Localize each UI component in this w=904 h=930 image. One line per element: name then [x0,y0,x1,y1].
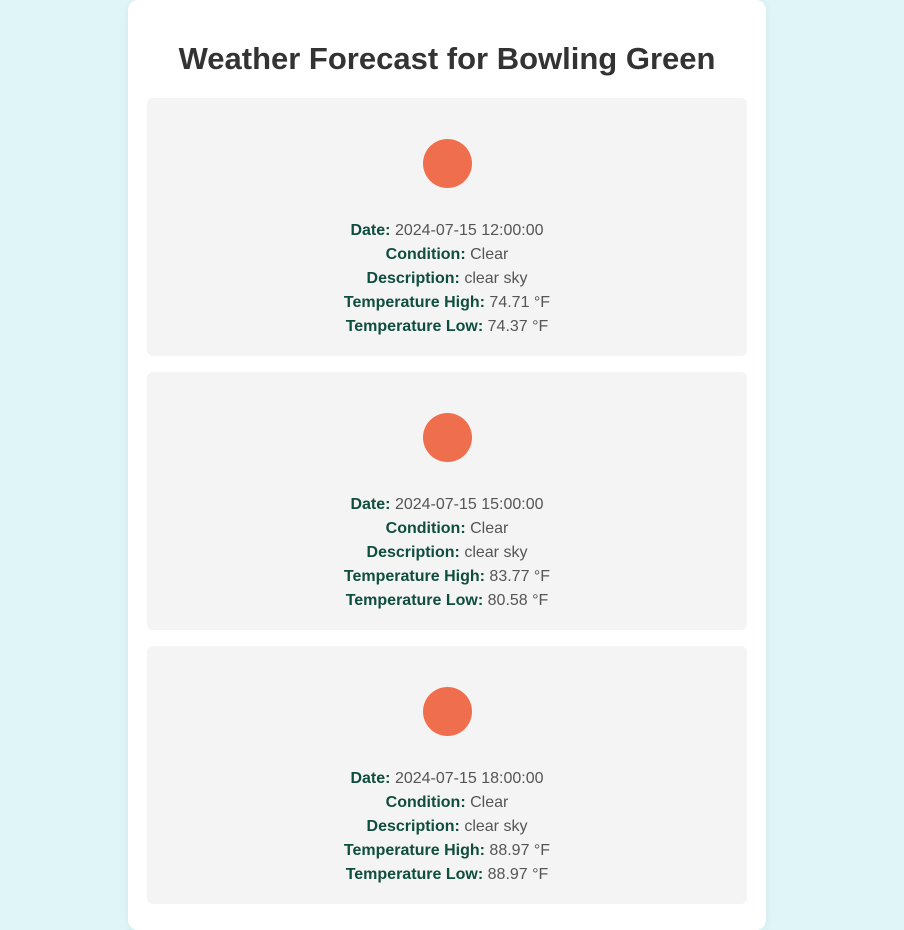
condition-value: Clear [470,520,509,537]
temp-high-label: Temperature High: [343,842,485,859]
description-row: Description: clear sky [147,541,747,565]
date-value: 2024-07-15 18:00:00 [394,770,544,787]
forecast-container: Weather Forecast for Bowling Green Date:… [128,0,766,930]
forecast-card: Date: 2024-07-15 18:00:00 Condition: Cle… [147,646,747,904]
forecast-card: Date: 2024-07-15 15:00:00 Condition: Cle… [147,372,747,630]
temp-low-label: Temperature Low: [345,866,484,883]
temp-high-label: Temperature High: [343,568,485,585]
description-label: Description: [366,544,460,561]
page-title: Weather Forecast for Bowling Green [178,41,716,76]
temp-high-row: Temperature High: 83.77 °F [147,565,747,589]
temp-low-row: Temperature Low: 88.97 °F [147,863,747,887]
temp-low-value: 80.58 °F [487,592,549,609]
temp-low-value: 88.97 °F [487,866,549,883]
description-value: clear sky [464,270,528,287]
temp-high-label: Temperature High: [343,294,485,311]
condition-label: Condition: [385,794,466,811]
temp-low-label: Temperature Low: [345,318,484,335]
condition-row: Condition: Clear [147,517,747,541]
description-label: Description: [366,818,460,835]
forecast-list: Date: 2024-07-15 12:00:00 Condition: Cle… [147,98,747,920]
description-row: Description: clear sky [147,815,747,839]
date-row: Date: 2024-07-15 12:00:00 [147,219,747,243]
condition-row: Condition: Clear [147,243,747,267]
date-label: Date: [350,496,391,513]
condition-row: Condition: Clear [147,791,747,815]
condition-label: Condition: [385,520,466,537]
date-value: 2024-07-15 12:00:00 [394,222,544,239]
temp-low-row: Temperature Low: 74.37 °F [147,315,747,339]
sun-icon [423,687,472,736]
sun-icon [423,413,472,462]
condition-value: Clear [470,794,509,811]
condition-label: Condition: [385,246,466,263]
sun-icon [423,139,472,188]
description-value: clear sky [464,818,528,835]
date-label: Date: [350,222,391,239]
temp-low-label: Temperature Low: [345,592,484,609]
temp-low-value: 74.37 °F [487,318,549,335]
condition-value: Clear [470,246,509,263]
description-label: Description: [366,270,460,287]
forecast-details: Date: 2024-07-15 18:00:00 Condition: Cle… [147,767,747,887]
forecast-details: Date: 2024-07-15 12:00:00 Condition: Cle… [147,219,747,339]
date-row: Date: 2024-07-15 15:00:00 [147,493,747,517]
temp-low-row: Temperature Low: 80.58 °F [147,589,747,613]
temp-high-value: 88.97 °F [489,842,551,859]
forecast-card: Date: 2024-07-15 12:00:00 Condition: Cle… [147,98,747,356]
forecast-details: Date: 2024-07-15 15:00:00 Condition: Cle… [147,493,747,613]
description-row: Description: clear sky [147,267,747,291]
date-row: Date: 2024-07-15 18:00:00 [147,767,747,791]
date-value: 2024-07-15 15:00:00 [394,496,544,513]
date-label: Date: [350,770,391,787]
temp-high-value: 83.77 °F [489,568,551,585]
description-value: clear sky [464,544,528,561]
temp-high-value: 74.71 °F [489,294,551,311]
temp-high-row: Temperature High: 88.97 °F [147,839,747,863]
temp-high-row: Temperature High: 74.71 °F [147,291,747,315]
